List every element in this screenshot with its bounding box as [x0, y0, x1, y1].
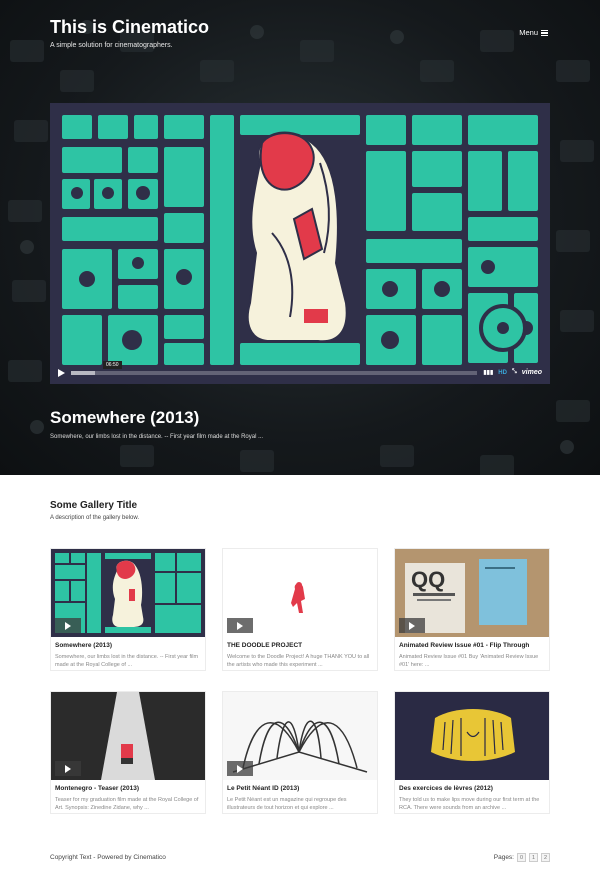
pagination: Pages: 0 1 2	[494, 853, 550, 862]
menu-button[interactable]: Menu	[519, 28, 548, 37]
play-button[interactable]	[227, 618, 253, 633]
card-description: They told us to make lips move during ou…	[399, 797, 540, 811]
play-icon	[409, 621, 415, 630]
play-icon	[65, 764, 71, 773]
site-subtitle: A simple solution for cinematographers.	[50, 42, 173, 49]
gallery-title: Some Gallery Title	[50, 500, 138, 511]
video-controls: 06:50 ▮▮▮ HD ⤡ vimeo	[58, 360, 542, 378]
fullscreen-icon[interactable]: ⤡	[512, 369, 517, 376]
video-thumbnail[interactable]	[223, 692, 377, 780]
card-title[interactable]: Montenegro - Teaser (2013)	[55, 785, 139, 792]
site-title[interactable]: This is Cinematico	[50, 17, 209, 38]
card-title[interactable]: Animated Review Issue #01 - Flip Through	[399, 642, 529, 649]
play-icon	[237, 621, 243, 630]
card-title[interactable]: Le Petit Néant ID (2013)	[227, 785, 299, 792]
video-progress-bar[interactable]: 06:50	[71, 360, 478, 375]
gallery-description: A description of the gallery below.	[50, 515, 140, 521]
play-icon[interactable]	[58, 368, 65, 377]
card-description: Welcome to the Doodle Project! A huge TH…	[227, 654, 370, 668]
page-link[interactable]: 2	[541, 853, 550, 862]
gallery-card[interactable]: Montenegro - Teaser (2013) Teaser for my…	[50, 691, 206, 814]
card-title[interactable]: Somewhere (2013)	[55, 642, 112, 649]
page-link[interactable]: 1	[529, 853, 538, 862]
play-button[interactable]	[227, 761, 253, 776]
play-button[interactable]	[55, 618, 81, 633]
gallery-card[interactable]: THE DOODLE PROJECT Welcome to the Doodle…	[222, 548, 378, 671]
page-link[interactable]: 0	[517, 853, 526, 862]
play-icon	[65, 621, 71, 630]
video-thumbnail[interactable]	[51, 692, 205, 780]
card-description: Teaser for my graduation film made at th…	[55, 797, 199, 811]
video-thumbnail[interactable]	[51, 549, 205, 637]
play-icon	[237, 764, 243, 773]
gallery-card[interactable]: Des exercices de lèvres (2012) They told…	[394, 691, 550, 814]
footer-copyright: Copyright Text - Powered by Cinematico	[50, 854, 166, 861]
card-title[interactable]: THE DOODLE PROJECT	[227, 642, 302, 649]
hero-section: This is Cinematico A simple solution for…	[0, 0, 600, 475]
timecode-badge: 06:50	[103, 360, 122, 369]
video-thumbnail[interactable]	[223, 549, 377, 637]
play-button[interactable]	[399, 618, 425, 633]
pagination-label: Pages:	[493, 854, 514, 861]
video-frame-illustration	[50, 103, 550, 384]
video-thumbnail[interactable]: QQ	[395, 549, 549, 637]
gallery-card[interactable]: Le Petit Néant ID (2013) Le Petit Néant …	[222, 691, 378, 814]
featured-description: Somewhere, our limbs lost in the distanc…	[50, 434, 264, 440]
play-button[interactable]	[55, 761, 81, 776]
svg-text:QQ: QQ	[411, 567, 445, 592]
gallery-card[interactable]: Somewhere (2013) Somewhere, our limbs lo…	[50, 548, 206, 671]
featured-title[interactable]: Somewhere (2013)	[50, 408, 199, 428]
gallery-card[interactable]: QQ Animated Review Issue #01 - Flip Thro…	[394, 548, 550, 671]
featured-video-player[interactable]: 06:50 ▮▮▮ HD ⤡ vimeo	[50, 103, 550, 384]
card-description: Somewhere, our limbs lost in the distanc…	[55, 654, 199, 668]
vimeo-logo[interactable]: vimeo	[522, 369, 542, 376]
video-progress-fill	[71, 370, 96, 375]
card-description: Animated Review Issue #01 Buy 'Animated …	[399, 654, 539, 668]
player-buttons: ▮▮▮ HD ⤡ vimeo	[483, 369, 542, 376]
volume-icon[interactable]: ▮▮▮	[483, 369, 493, 376]
hamburger-icon	[541, 29, 548, 36]
card-description: Le Petit Néant est un magazine qui regro…	[227, 797, 347, 811]
menu-label: Menu	[519, 28, 538, 37]
card-title[interactable]: Des exercices de lèvres (2012)	[399, 785, 493, 792]
video-thumbnail[interactable]	[395, 692, 549, 780]
hd-button[interactable]: HD	[498, 370, 507, 376]
